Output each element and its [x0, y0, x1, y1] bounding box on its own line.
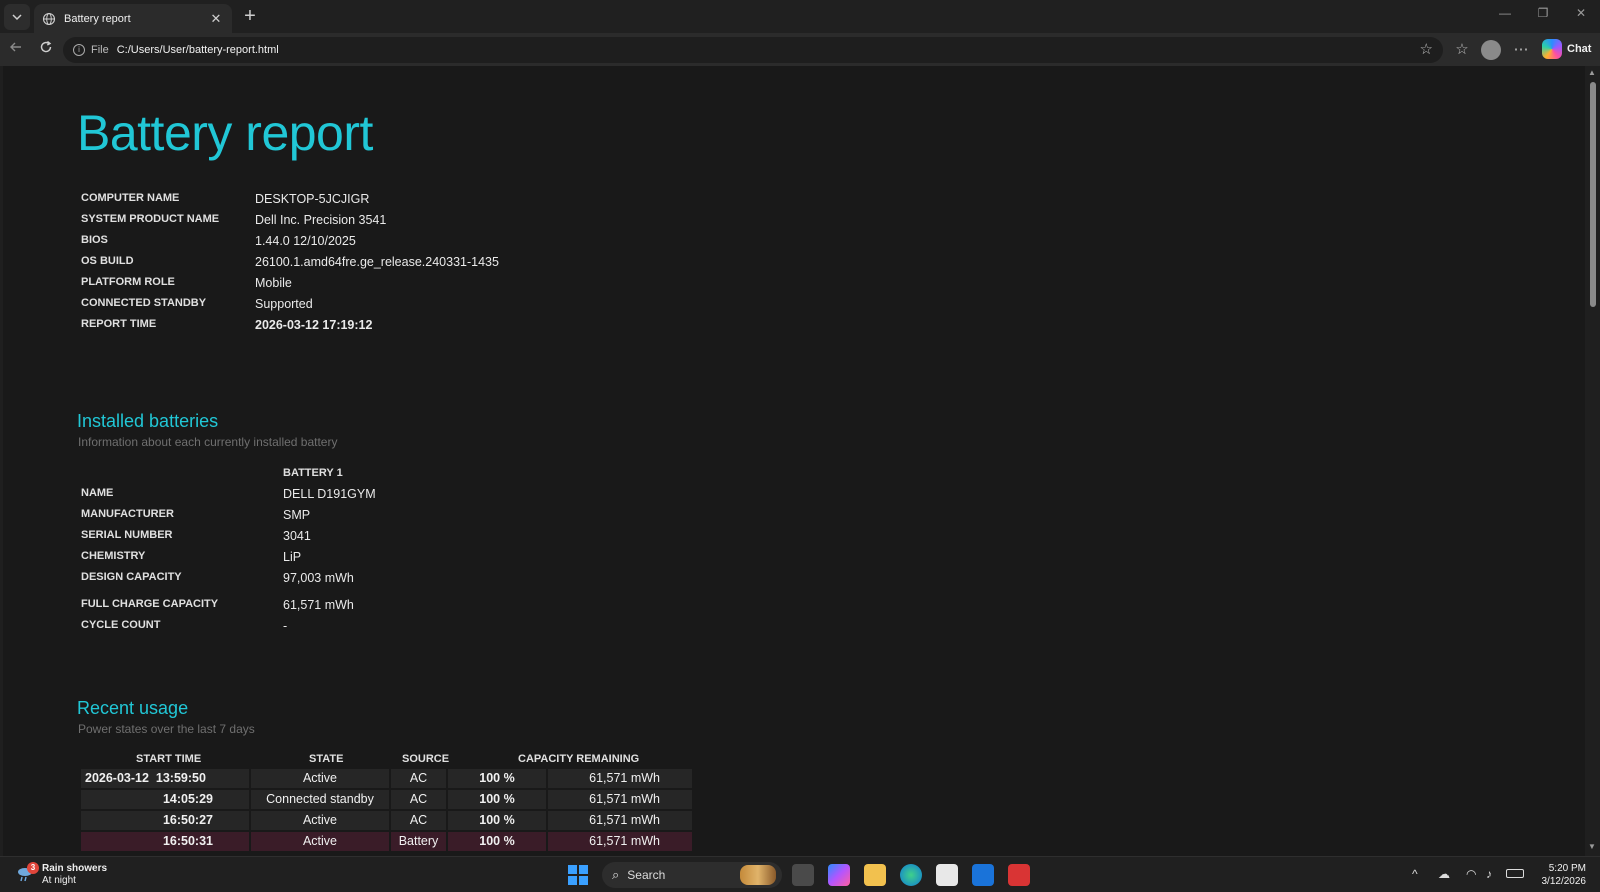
new-tab-button[interactable]: + — [238, 6, 262, 28]
info-icon[interactable]: i — [73, 44, 85, 56]
copilot-app-icon[interactable] — [828, 864, 850, 886]
chevron-down-icon — [12, 14, 22, 21]
installed-batteries-subheading: Information about each currently install… — [78, 435, 338, 449]
recent-usage-heading: Recent usage — [77, 698, 189, 718]
task-view-icon[interactable] — [792, 864, 814, 886]
title-bar: Battery report ✕ + — ❐ ✕ — [0, 0, 1600, 33]
search-icon: ⌕ — [612, 867, 620, 882]
page-title: Battery report — [77, 105, 373, 161]
outlook-icon[interactable] — [972, 864, 994, 886]
more-icon[interactable]: ⋯ — [1510, 39, 1532, 61]
weather-widget[interactable]: Rain showers At night — [42, 863, 107, 887]
table-row: 2026-03-12 13:59:50 Active AC 100 % 61,5… — [81, 769, 703, 788]
favorites-icon[interactable]: ☆ — [1451, 39, 1473, 61]
scroll-thumb[interactable] — [1590, 82, 1596, 307]
edge-icon[interactable] — [900, 864, 922, 886]
snipping-tool-icon[interactable] — [1008, 864, 1030, 886]
weather-subtitle: At night — [42, 875, 76, 886]
col-state: STATE — [309, 753, 344, 765]
taskbar-search[interactable]: ⌕ Search — [602, 862, 782, 888]
col-source: SOURCE — [402, 753, 450, 765]
search-highlight-image — [740, 865, 776, 885]
store-icon[interactable] — [936, 864, 958, 886]
scroll-up-icon[interactable]: ▲ — [1588, 68, 1596, 77]
browser-toolbar: i File C:/Users/User/battery-report.html… — [0, 33, 1600, 66]
table-row: 16:50:31 Active Battery 100 % 61,571 mWh — [81, 832, 703, 851]
clock-date: 3/12/2026 — [1541, 876, 1587, 887]
minimize-icon[interactable]: — — [1490, 6, 1520, 26]
file-explorer-icon[interactable] — [864, 864, 886, 886]
start-button[interactable] — [568, 865, 588, 885]
page-scrollbar[interactable]: ▲ ▼ — [1586, 66, 1600, 856]
onedrive-icon[interactable]: ☁ — [1438, 867, 1450, 881]
search-label: Search — [627, 868, 666, 882]
restore-icon[interactable]: ❐ — [1528, 6, 1558, 26]
system-clock[interactable]: 5:20 PM 3/12/2026 — [1530, 862, 1587, 888]
back-icon[interactable] — [5, 39, 27, 61]
clock-time: 5:20 PM — [1548, 863, 1586, 874]
close-tab-icon[interactable]: ✕ — [208, 11, 224, 27]
weather-title: Rain showers — [42, 863, 108, 874]
close-window-icon[interactable]: ✕ — [1566, 6, 1596, 26]
url-scheme-label: File — [91, 44, 109, 56]
table-row: 14:05:29 Connected standby AC 100 % 61,5… — [81, 790, 703, 809]
taskbar: 3 Rain showers At night ⌕ Search ^ ☁ ◠ ♪… — [0, 856, 1600, 892]
tab-list-button[interactable] — [4, 4, 30, 30]
scroll-down-icon[interactable]: ▼ — [1588, 842, 1596, 851]
volume-icon[interactable]: ♪ — [1486, 867, 1492, 881]
battery-icon[interactable] — [1506, 869, 1524, 878]
col-capacity: CAPACITY REMAINING — [518, 753, 640, 765]
chevron-up-icon[interactable]: ^ — [1412, 867, 1418, 881]
globe-icon — [42, 12, 56, 25]
address-bar[interactable]: i File C:/Users/User/battery-report.html… — [63, 37, 1443, 63]
url-text[interactable]: C:/Users/User/battery-report.html — [117, 44, 279, 56]
installed-batteries-heading: Installed batteries — [77, 411, 219, 431]
star-icon[interactable]: ☆ — [1420, 40, 1433, 58]
refresh-icon[interactable] — [35, 39, 57, 61]
battery-column-header: BATTERY 1 — [283, 467, 343, 479]
profile-icon[interactable] — [1481, 40, 1501, 60]
copilot-icon[interactable] — [1542, 39, 1562, 59]
recent-usage-subheading: Power states over the last 7 days — [78, 722, 255, 736]
chat-button-label[interactable]: Chat — [1567, 43, 1591, 55]
page-viewport: Battery report COMPUTER NAME DESKTOP-5JCJ… — [3, 66, 1585, 856]
col-start-time: START TIME — [136, 753, 202, 765]
tab-title: Battery report — [64, 12, 131, 25]
tab-battery-report[interactable]: Battery report ✕ — [34, 4, 232, 33]
weather-badge: 3 — [27, 862, 39, 874]
wifi-icon[interactable]: ◠ — [1466, 867, 1476, 881]
table-row: 16:50:27 Active AC 100 % 61,571 mWh — [81, 811, 703, 830]
